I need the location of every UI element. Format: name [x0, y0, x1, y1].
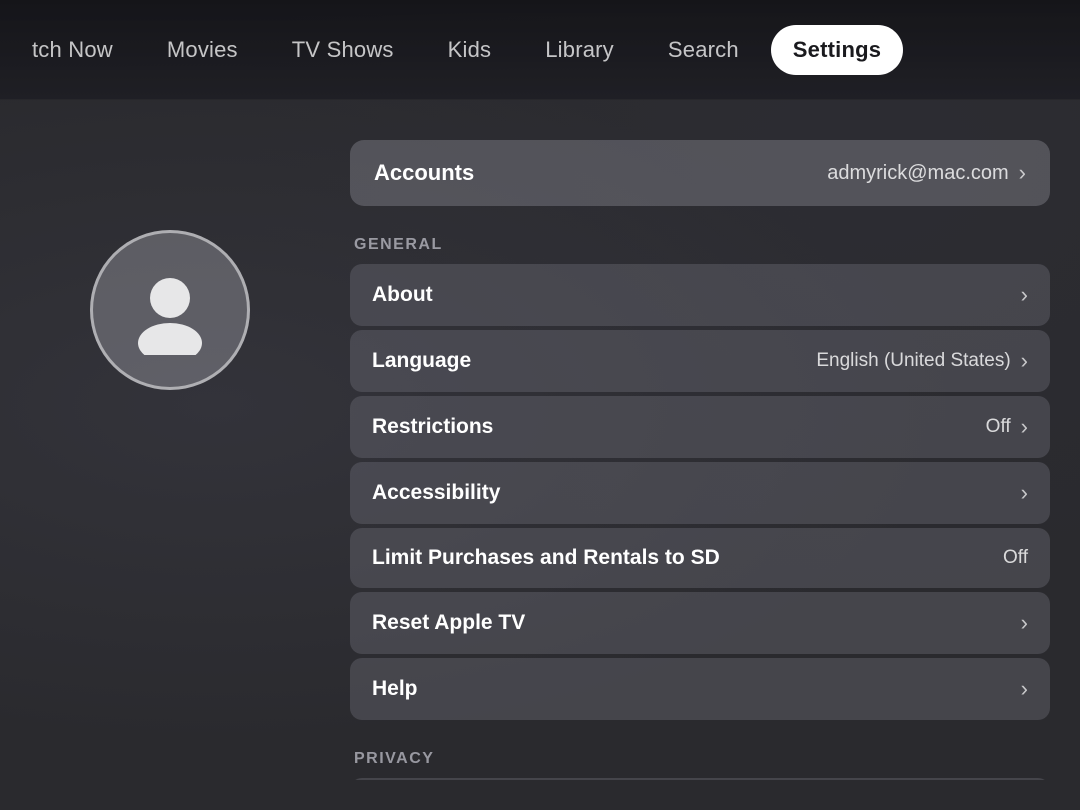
accessibility-label: Accessibility: [372, 481, 500, 505]
accounts-chevron: ›: [1019, 160, 1026, 186]
nav-item-library[interactable]: Library: [523, 25, 636, 75]
nav-item-watch-now[interactable]: tch Now: [10, 25, 135, 75]
privacy-settings-group: Use Play History On: [350, 778, 1050, 780]
privacy-section-header: PRIVACY: [350, 750, 1050, 768]
accounts-label: Accounts: [374, 160, 474, 186]
accounts-value: admyrick@mac.com ›: [827, 160, 1026, 186]
left-panel: [0, 130, 340, 780]
reset-apple-tv-value: ›: [1021, 610, 1028, 636]
language-label: Language: [372, 349, 471, 373]
accessibility-chevron: ›: [1021, 480, 1028, 506]
right-panel: Accounts admyrick@mac.com › GENERAL Abou…: [340, 130, 1080, 780]
help-chevron: ›: [1021, 676, 1028, 702]
settings-item-limit-purchases[interactable]: Limit Purchases and Rentals to SD Off: [350, 528, 1050, 588]
avatar: [90, 230, 250, 390]
restrictions-label: Restrictions: [372, 415, 493, 439]
help-label: Help: [372, 677, 418, 701]
general-settings-group: About › Language English (United States)…: [350, 264, 1050, 720]
settings-item-help[interactable]: Help ›: [350, 658, 1050, 720]
nav-items: tch Now Movies TV Shows Kids Library Sea…: [20, 25, 903, 75]
nav-item-movies[interactable]: Movies: [145, 25, 260, 75]
nav-item-tv-shows[interactable]: TV Shows: [270, 25, 416, 75]
person-icon: [125, 265, 215, 355]
general-section-header: GENERAL: [350, 236, 1050, 254]
settings-item-language[interactable]: Language English (United States) ›: [350, 330, 1050, 392]
help-value: ›: [1021, 676, 1028, 702]
settings-item-restrictions[interactable]: Restrictions Off ›: [350, 396, 1050, 458]
language-value: English (United States) ›: [816, 348, 1028, 374]
about-value: ›: [1021, 282, 1028, 308]
about-label: About: [372, 283, 433, 307]
settings-item-about[interactable]: About ›: [350, 264, 1050, 326]
restrictions-chevron: ›: [1021, 414, 1028, 440]
reset-apple-tv-label: Reset Apple TV: [372, 611, 525, 635]
settings-item-use-play-history[interactable]: Use Play History On: [350, 778, 1050, 780]
nav-item-search[interactable]: Search: [646, 25, 761, 75]
accounts-row[interactable]: Accounts admyrick@mac.com ›: [350, 140, 1050, 206]
nav-item-settings[interactable]: Settings: [771, 25, 903, 75]
accessibility-value: ›: [1021, 480, 1028, 506]
settings-item-accessibility[interactable]: Accessibility ›: [350, 462, 1050, 524]
restrictions-value: Off ›: [986, 414, 1028, 440]
main-content: Accounts admyrick@mac.com › GENERAL Abou…: [0, 100, 1080, 810]
reset-apple-tv-chevron: ›: [1021, 610, 1028, 636]
settings-item-reset-apple-tv[interactable]: Reset Apple TV ›: [350, 592, 1050, 654]
about-chevron: ›: [1021, 282, 1028, 308]
language-chevron: ›: [1021, 348, 1028, 374]
nav-bar: tch Now Movies TV Shows Kids Library Sea…: [0, 0, 1080, 100]
limit-purchases-value: Off: [1003, 547, 1028, 569]
limit-purchases-label: Limit Purchases and Rentals to SD: [372, 546, 720, 570]
nav-item-kids[interactable]: Kids: [426, 25, 514, 75]
